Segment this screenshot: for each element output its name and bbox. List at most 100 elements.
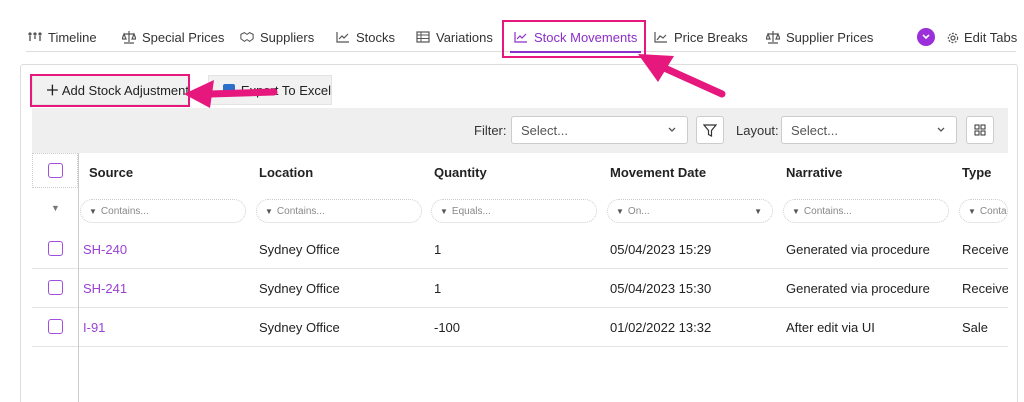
tab-label: Suppliers: [260, 29, 315, 45]
filter-select[interactable]: Select...: [511, 116, 688, 144]
add-stock-adjustment-button[interactable]: Add Stock Adjustment: [32, 75, 190, 105]
tab-stocks[interactable]: Stocks: [336, 24, 395, 50]
filter-placeholder: Contains...: [803, 205, 852, 217]
layout-label: Layout:: [736, 123, 779, 138]
filter-icon: ▼: [89, 206, 97, 216]
column-header-location[interactable]: Location: [259, 165, 313, 180]
tab-supplier-prices[interactable]: Supplier Prices: [766, 24, 873, 50]
column-header-narrative[interactable]: Narrative: [786, 165, 842, 180]
row-checkbox[interactable]: [48, 319, 63, 334]
movement-date-cell: 05/04/2023 15:29: [610, 242, 712, 257]
movement-date-cell: 01/02/2022 13:32: [610, 320, 712, 335]
filter-placeholder: Contains...: [100, 205, 149, 217]
location-cell: Sydney Office: [259, 242, 340, 257]
excel-icon: [223, 84, 235, 96]
location-cell: Sydney Office: [259, 320, 340, 335]
grid-icon: [974, 124, 986, 136]
filter-label: Filter:: [474, 123, 507, 138]
chevron-down-icon: [937, 127, 945, 132]
filter-bar: Filter: Select... Layout: Select...: [32, 108, 1008, 153]
movement-date-cell: 05/04/2023 15:30: [610, 281, 712, 296]
tab-variations[interactable]: Variations: [416, 24, 493, 50]
line-chart-icon: [336, 30, 350, 44]
column-divider: [78, 153, 79, 402]
tab-suppliers[interactable]: Suppliers: [240, 24, 314, 50]
source-link[interactable]: I-91: [83, 320, 105, 335]
column-header-quantity[interactable]: Quantity: [434, 165, 487, 180]
table-row[interactable]: SH-240 Sydney Office 1 05/04/2023 15:29 …: [32, 230, 1008, 269]
tabs-overflow-button[interactable]: [917, 28, 935, 46]
export-label: Export To Excel: [240, 82, 331, 98]
table-row[interactable]: I-91 Sydney Office -100 01/02/2022 13:32…: [32, 308, 1008, 347]
filter-icon: ▼: [792, 206, 800, 216]
narrative-cell: After edit via UI: [786, 320, 875, 335]
filter-icon: ▼: [968, 206, 976, 216]
filter-type-input[interactable]: ▼Contains...: [959, 199, 1008, 223]
tab-label: Timeline: [48, 29, 97, 45]
narrative-cell: Generated via procedure: [786, 281, 930, 296]
filter-row: ▼ ▼ Contains... ▼ Contains... ▼ Equals... ▼…: [32, 191, 1008, 229]
chevron-down-icon: [668, 127, 676, 132]
row-checkbox[interactable]: [48, 280, 63, 295]
filter-icon: ▼: [440, 206, 448, 216]
location-cell: Sydney Office: [259, 281, 340, 296]
quantity-cell: 1: [434, 281, 442, 296]
funnel-icon: [703, 123, 717, 137]
layout-grid-button[interactable]: [966, 116, 994, 144]
tab-label: Stocks: [356, 29, 396, 45]
filter-icon: ▼: [265, 206, 273, 216]
timeline-icon: [28, 30, 42, 44]
filter-source-input[interactable]: ▼ Contains...: [80, 199, 246, 223]
edit-tabs-label: Edit Tabs: [964, 30, 1018, 45]
tab-timeline[interactable]: Timeline: [28, 24, 97, 50]
grid-header: Source Location Quantity Movement Date N…: [32, 153, 1008, 191]
column-header-type[interactable]: Type: [962, 165, 991, 180]
filter-location-input[interactable]: ▼ Contains...: [256, 199, 422, 223]
filter-placeholder: Contains...: [276, 205, 325, 217]
filter-placeholder: Equals...: [451, 205, 491, 217]
line-chart-icon: [514, 30, 528, 44]
tab-price-breaks[interactable]: Price Breaks: [654, 24, 748, 50]
handshake-icon: [240, 30, 254, 44]
tab-label: Variations: [436, 29, 493, 45]
edit-tabs-button[interactable]: Edit Tabs: [947, 30, 1017, 45]
export-to-excel-button[interactable]: Export To Excel: [208, 75, 332, 105]
layout-select-value: Select...: [791, 122, 838, 138]
chevron-down-icon: [922, 34, 930, 40]
select-all-checkbox[interactable]: [48, 163, 63, 178]
table-row[interactable]: SH-241 Sydney Office 1 05/04/2023 15:30 …: [32, 269, 1008, 308]
quantity-cell: -100: [434, 320, 461, 335]
gear-icon: [947, 32, 959, 43]
plus-icon: [47, 84, 58, 96]
type-cell: Sale: [962, 320, 989, 335]
filter-placeholder: On...: [627, 205, 650, 217]
tab-stock-movements[interactable]: Stock Movements: [509, 24, 642, 53]
filter-icon: ▼: [616, 206, 624, 216]
filter-select-value: Select...: [521, 122, 568, 138]
filter-icon: ▼: [51, 203, 60, 213]
column-header-source[interactable]: Source: [89, 165, 133, 180]
tab-label: Price Breaks: [674, 29, 748, 45]
source-link[interactable]: SH-241: [83, 281, 127, 296]
scale-icon: [122, 30, 136, 44]
filter-quantity-input[interactable]: ▼ Equals...: [431, 199, 597, 223]
filter-placeholder: Contains...: [979, 205, 1007, 217]
tab-label: Special Prices: [142, 29, 225, 45]
tab-special-prices[interactable]: Special Prices: [122, 24, 224, 50]
tab-bar: Timeline Special Prices Suppliers Stocks…: [26, 24, 1016, 53]
scale-icon: [766, 30, 780, 44]
type-cell: Received: [962, 242, 1008, 257]
filter-date-input[interactable]: ▼ On... ▼: [607, 199, 773, 223]
source-link[interactable]: SH-240: [83, 242, 127, 257]
tab-label: Supplier Prices: [786, 29, 874, 45]
table-icon: [416, 30, 430, 44]
quantity-cell: 1: [434, 242, 442, 257]
layout-select[interactable]: Select...: [781, 116, 957, 144]
tab-label: Stock Movements: [534, 29, 638, 45]
narrative-cell: Generated via procedure: [786, 242, 930, 257]
apply-filter-button[interactable]: [696, 116, 724, 144]
add-label: Add Stock Adjustment: [61, 82, 189, 98]
filter-narrative-input[interactable]: ▼ Contains...: [783, 199, 949, 223]
row-checkbox[interactable]: [48, 241, 63, 256]
column-header-movement-date[interactable]: Movement Date: [610, 165, 706, 180]
